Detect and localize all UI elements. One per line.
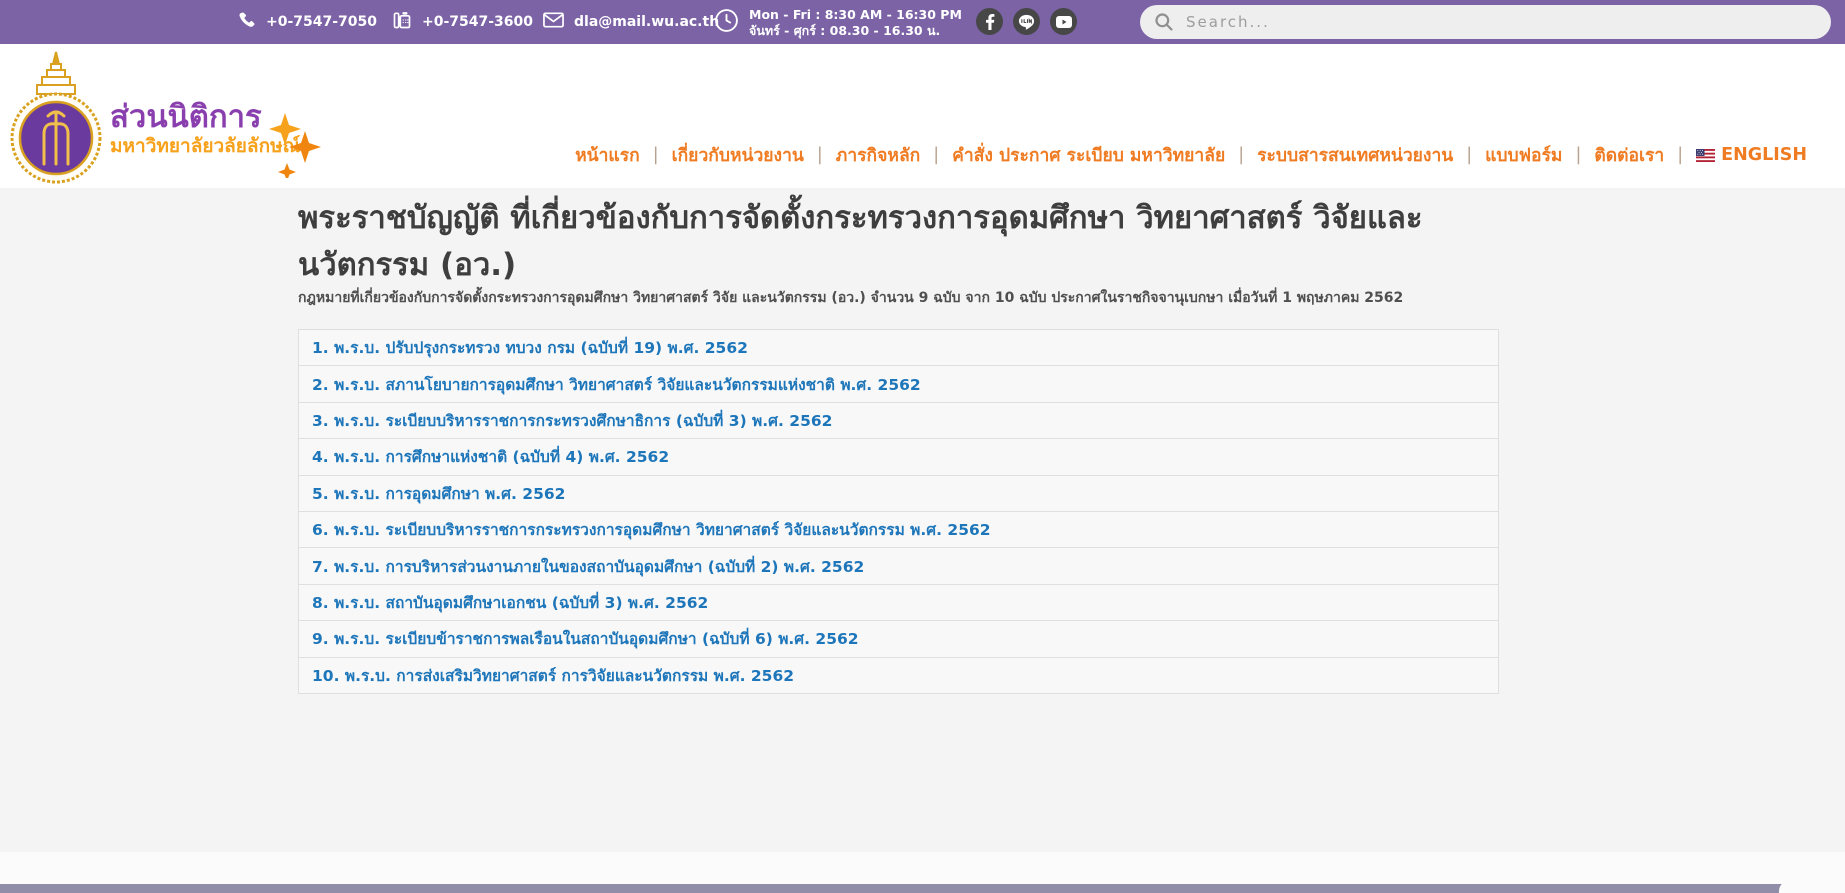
clock-icon [714,8,739,37]
page-subtitle: กฎหมายที่เกี่ยวข้องกับการจัดตั้งกระทรวงก… [298,290,1404,306]
nav-item-label: ระบบสารสนเทศหน่วยงาน [1257,146,1454,166]
email-contact[interactable]: dla@mail.wu.ac.th [543,0,719,44]
phone-icon [237,11,256,34]
search-icon [1155,13,1173,31]
nav-item-label: ENGLISH [1721,145,1807,165]
sparkle-icon [269,113,321,178]
law-link[interactable]: 3. พ.ร.บ. ระเบียบบริหารราชการกระทรวงศึกษ… [312,408,832,433]
fax-contact: +0-7547-3600 [392,0,533,44]
law-list-row[interactable]: 10. พ.ร.บ. การส่งเสริมวิทยาศาสตร์ การวิจ… [299,658,1498,694]
law-list-row[interactable]: 7. พ.ร.บ. การบริหารส่วนงานภายในของสถาบัน… [299,548,1498,585]
nav-item-label: หน้าแรก [575,146,640,166]
law-list-row[interactable]: 4. พ.ร.บ. การศึกษาแห่งชาติ (ฉบับที่ 4) พ… [299,439,1498,476]
us-flag-icon [1696,148,1716,162]
search-input[interactable] [1174,13,1817,31]
law-link[interactable]: 9. พ.ร.บ. ระเบียบข้าราชการพลเรือนในสถาบั… [312,626,859,651]
law-link[interactable]: 8. พ.ร.บ. สถาบันอุดมศึกษาเอกชน (ฉบับที่ … [312,590,708,615]
phone-number: +0-7547-7050 [266,14,378,30]
nav-item[interactable]: หน้าแรก [575,141,640,169]
law-link[interactable]: 6. พ.ร.บ. ระเบียบบริหารราชการกระทรวงการอ… [312,517,991,542]
nav-item-label: ภารกิจหลัก [835,146,921,166]
nav-item[interactable]: แบบฟอร์ม [1453,141,1562,169]
law-list-row[interactable]: 6. พ.ร.บ. ระเบียบบริหารราชการกระทรวงการอ… [299,512,1498,549]
site-header: ส่วนนิติการ มหาวิทยาลัยวลัยลักษณ์ หน้าแร… [0,44,1845,188]
nav-item[interactable]: ENGLISH [1664,145,1807,165]
law-list-row[interactable]: 5. พ.ร.บ. การอุดมศึกษา พ.ศ. 2562 [299,476,1498,512]
main-content: พระราชบัญญัติ ที่เกี่ยวข้องกับการจัดตั้ง… [0,188,1845,852]
fax-number: +0-7547-3600 [422,14,534,30]
nav-item-label: เกี่ยวกับหน่วยงาน [671,146,804,166]
footer-bar [0,884,1845,893]
fax-icon [392,10,412,34]
hours-thai: จันทร์ - ศุกร์ : 08.30 - 16.30 น. [749,22,941,38]
line-icon[interactable] [1013,8,1040,35]
topbar: +0-7547-7050 +0-7547-3600 dla@mail.wu.ac… [0,0,1845,44]
youtube-icon[interactable] [1050,8,1077,35]
university-logo[interactable]: ส่วนนิติการ มหาวิทยาลัยวลัยลักษณ์ [8,48,328,188]
law-list-row[interactable]: 2. พ.ร.บ. สภานโยบายการอุดมศึกษา วิทยาศาส… [299,366,1498,403]
nav-item[interactable]: ติดต่อเรา [1562,141,1664,169]
main-navigation: หน้าแรก เกี่ยวกับหน่วยงาน ภารกิจหลัก [575,140,1807,170]
law-link[interactable]: 7. พ.ร.บ. การบริหารส่วนงานภายในของสถาบัน… [312,554,864,579]
law-link[interactable]: 5. พ.ร.บ. การอุดมศึกษา พ.ศ. 2562 [312,481,565,506]
law-list-row[interactable]: 3. พ.ร.บ. ระเบียบบริหารราชการกระทรวงศึกษ… [299,403,1498,440]
facebook-icon[interactable] [976,8,1003,35]
law-link[interactable]: 1. พ.ร.บ. ปรับปรุงกระทรวง ทบวง กรม (ฉบับ… [312,335,748,360]
page-title: พระราชบัญญัติ ที่เกี่ยวข้องกับการจัดตั้ง… [298,200,1423,283]
law-list: 1. พ.ร.บ. ปรับปรุงกระทรวง ทบวง กรม (ฉบับ… [298,329,1499,694]
phone-contact: +0-7547-7050 [237,0,377,44]
law-list-row[interactable]: 1. พ.ร.บ. ปรับปรุงกระทรวง ทบวง กรม (ฉบับ… [299,330,1498,367]
nav-item[interactable]: เกี่ยวกับหน่วยงาน [640,141,804,169]
social-links [976,8,1077,35]
law-list-row[interactable]: 8. พ.ร.บ. สถาบันอุดมศึกษาเอกชน (ฉบับที่ … [299,585,1498,622]
nav-item-label: แบบฟอร์ม [1485,146,1563,166]
law-list-row[interactable]: 9. พ.ร.บ. ระเบียบข้าราชการพลเรือนในสถาบั… [299,621,1498,658]
nav-item-label: ติดต่อเรา [1594,146,1665,166]
university-emblem-icon [10,51,102,184]
email-icon [543,12,564,32]
nav-item[interactable]: ระบบสารสนเทศหน่วยงาน [1225,141,1453,169]
nav-item[interactable]: คำสั่ง ประกาศ ระเบียบ มหาวิทยาลัย [920,141,1225,169]
search-box[interactable] [1140,5,1831,39]
nav-item[interactable]: ภารกิจหลัก [804,141,920,169]
office-hours: Mon - Fri : 8:30 AM - 16:30 PM จันทร์ - … [714,0,962,44]
email-address: dla@mail.wu.ac.th [574,14,720,30]
law-link[interactable]: 2. พ.ร.บ. สภานโยบายการอุดมศึกษา วิทยาศาส… [312,372,921,397]
hours-english: Mon - Fri : 8:30 AM - 16:30 PM [749,6,962,22]
nav-item-label: คำสั่ง ประกาศ ระเบียบ มหาวิทยาลัย [952,146,1226,166]
law-link[interactable]: 10. พ.ร.บ. การส่งเสริมวิทยาศาสตร์ การวิจ… [312,663,794,688]
footer-corner [1779,881,1845,893]
law-link[interactable]: 4. พ.ร.บ. การศึกษาแห่งชาติ (ฉบับที่ 4) พ… [312,444,669,469]
